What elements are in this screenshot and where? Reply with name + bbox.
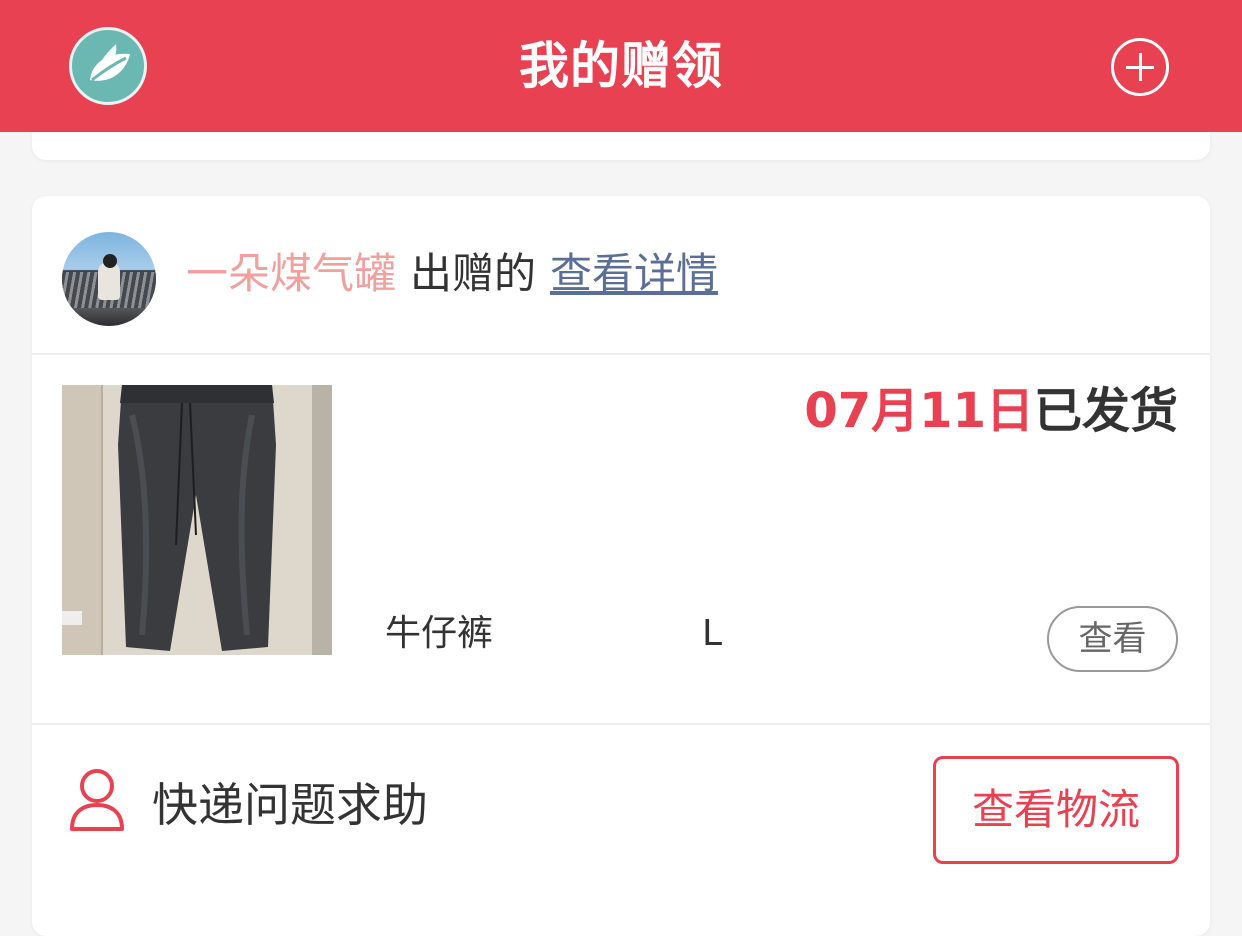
item-size: L bbox=[702, 613, 723, 654]
donor-verb: 出赠的 bbox=[410, 249, 537, 298]
shipped-date: 07月11日 bbox=[804, 383, 1034, 439]
app-header: 我的赠领 bbox=[0, 0, 1242, 132]
avatar[interactable] bbox=[62, 232, 156, 326]
donor-name[interactable]: 一朵煤气罐 bbox=[186, 249, 396, 298]
order-card: 一朵煤气罐 出赠的 查看详情 07月11日已发货 牛仔裤 L 查看 快递问题求助… bbox=[32, 196, 1210, 936]
donor-info: 一朵煤气罐 出赠的 查看详情 bbox=[186, 244, 718, 304]
donor-row: 一朵煤气罐 出赠的 查看详情 bbox=[32, 196, 1210, 355]
shipping-status: 07月11日已发货 bbox=[804, 381, 1178, 441]
plus-circle-icon[interactable] bbox=[1111, 38, 1169, 96]
person-icon bbox=[70, 769, 124, 831]
page-title: 我的赠领 bbox=[519, 37, 723, 95]
view-item-button[interactable]: 查看 bbox=[1047, 606, 1178, 672]
shipped-status-text: 已发货 bbox=[1033, 383, 1178, 439]
courier-help-link[interactable]: 快递问题求助 bbox=[152, 775, 428, 835]
view-details-link[interactable]: 查看详情 bbox=[550, 249, 718, 298]
item-photo[interactable] bbox=[62, 385, 332, 655]
view-logistics-button[interactable]: 查看物流 bbox=[933, 756, 1179, 864]
item-row: 07月11日已发货 牛仔裤 L 查看 bbox=[32, 353, 1210, 725]
courier-help-row: 快递问题求助 查看物流 bbox=[32, 723, 1210, 913]
item-name: 牛仔裤 bbox=[385, 613, 494, 654]
